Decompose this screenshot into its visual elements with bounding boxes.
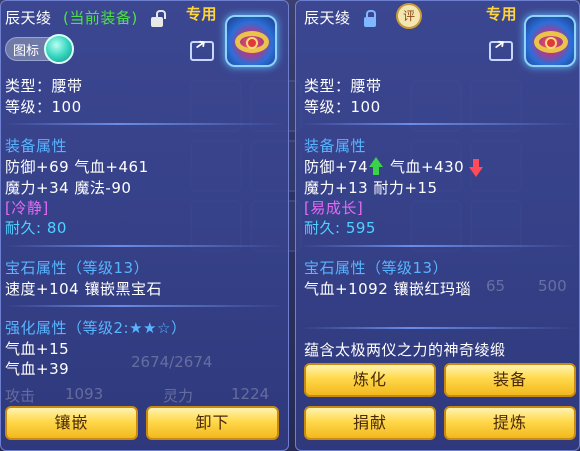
- lock-open-icon[interactable]: [151, 10, 166, 27]
- equip-button[interactable]: 装备: [444, 363, 576, 397]
- icon-toggle-label: 图标: [13, 44, 40, 59]
- refine-button[interactable]: 炼化: [304, 363, 436, 397]
- divider: [300, 327, 576, 329]
- compare-item-panel: 辰天绫 评 专用 类型：腰带 等级：100 装备属性 防御+74 气血+430 …: [295, 0, 580, 451]
- gem-header: 宝石属性（等级13）: [304, 259, 449, 277]
- gem-header: 宝石属性（等级13）: [5, 259, 150, 277]
- exclusive-label: 专用: [486, 5, 518, 23]
- down-arrow-icon: [469, 167, 483, 177]
- share-icon[interactable]: [190, 41, 214, 61]
- attr-header: 装备属性: [5, 137, 68, 155]
- item-level: 等级：100: [304, 98, 381, 116]
- divider: [300, 245, 576, 247]
- inlay-button[interactable]: 镶嵌: [5, 406, 138, 440]
- durability-label: 耐久:: [304, 219, 346, 237]
- equipped-item-panel: 辰天绫 (当前装备) 专用 图标 类型：腰带 等级：100 装备属性 防御+69…: [0, 0, 289, 451]
- attr-line: 防御+69 气血+461: [5, 158, 149, 176]
- special-trait: [冷静]: [5, 199, 49, 217]
- bg-number: 500: [538, 277, 567, 295]
- durability-label: 耐久:: [5, 219, 47, 237]
- divider: [5, 245, 285, 247]
- divider: [5, 123, 285, 125]
- attr-line: 魔力+13 耐力+15: [304, 179, 438, 197]
- bg-hp-text: 2674/2674: [131, 353, 213, 371]
- enhance-line: 气血+15: [5, 340, 70, 358]
- extract-button[interactable]: 提炼: [444, 406, 576, 440]
- bg-stat-value: 1224: [231, 385, 270, 403]
- bg-stat-label: 攻击: [5, 387, 36, 405]
- item-level: 等级：100: [5, 98, 82, 116]
- exclusive-label: 专用: [186, 5, 218, 23]
- belt-item-icon: [524, 15, 576, 67]
- icon-toggle[interactable]: 图标: [5, 34, 74, 64]
- item-description: 蕴含太极两仪之力的神奇绫缎: [304, 341, 506, 359]
- durability: 耐久: 595: [304, 217, 376, 238]
- divider: [300, 123, 576, 125]
- durability: 耐久: 80: [5, 217, 67, 238]
- item-name: 辰天绫: [5, 9, 52, 27]
- gem-line: 气血+1092 镶嵌红玛瑙: [304, 280, 472, 298]
- durability-value: 80: [46, 219, 67, 237]
- item-compare-screen: 辰天绫 (当前装备) 专用 图标 类型：腰带 等级：100 装备属性 防御+69…: [0, 0, 580, 451]
- belt-item-icon: [225, 15, 277, 67]
- donate-button[interactable]: 捐献: [304, 406, 436, 440]
- bg-stat-label: 灵力: [163, 387, 194, 405]
- attr-defense: 防御+74: [304, 158, 369, 176]
- up-arrow-icon: [369, 157, 383, 167]
- rating-badge-icon[interactable]: 评: [396, 3, 422, 29]
- item-name: 辰天绫: [304, 9, 351, 27]
- special-trait: [易成长]: [304, 199, 364, 217]
- unequip-button[interactable]: 卸下: [146, 406, 279, 440]
- gem-line: 速度+104 镶嵌黑宝石: [5, 280, 162, 298]
- attr-header: 装备属性: [304, 137, 367, 155]
- enhance-header: 强化属性（等级2:★★☆）: [5, 319, 187, 337]
- bg-stat-value: 1093: [65, 385, 104, 403]
- enhance-line: 气血+39: [5, 360, 70, 378]
- item-type: 类型：腰带: [304, 77, 382, 95]
- bg-number: 65: [486, 277, 506, 295]
- toggle-knob-icon: [44, 34, 74, 64]
- item-type: 类型：腰带: [5, 77, 83, 95]
- divider: [5, 305, 285, 307]
- attr-line: 魔力+34 魔法-90: [5, 179, 132, 197]
- lock-closed-icon[interactable]: [364, 10, 376, 27]
- share-icon[interactable]: [489, 41, 513, 61]
- attr-hp: 气血+430: [390, 158, 465, 176]
- equipped-status: (当前装备): [63, 9, 138, 27]
- durability-value: 595: [345, 219, 376, 237]
